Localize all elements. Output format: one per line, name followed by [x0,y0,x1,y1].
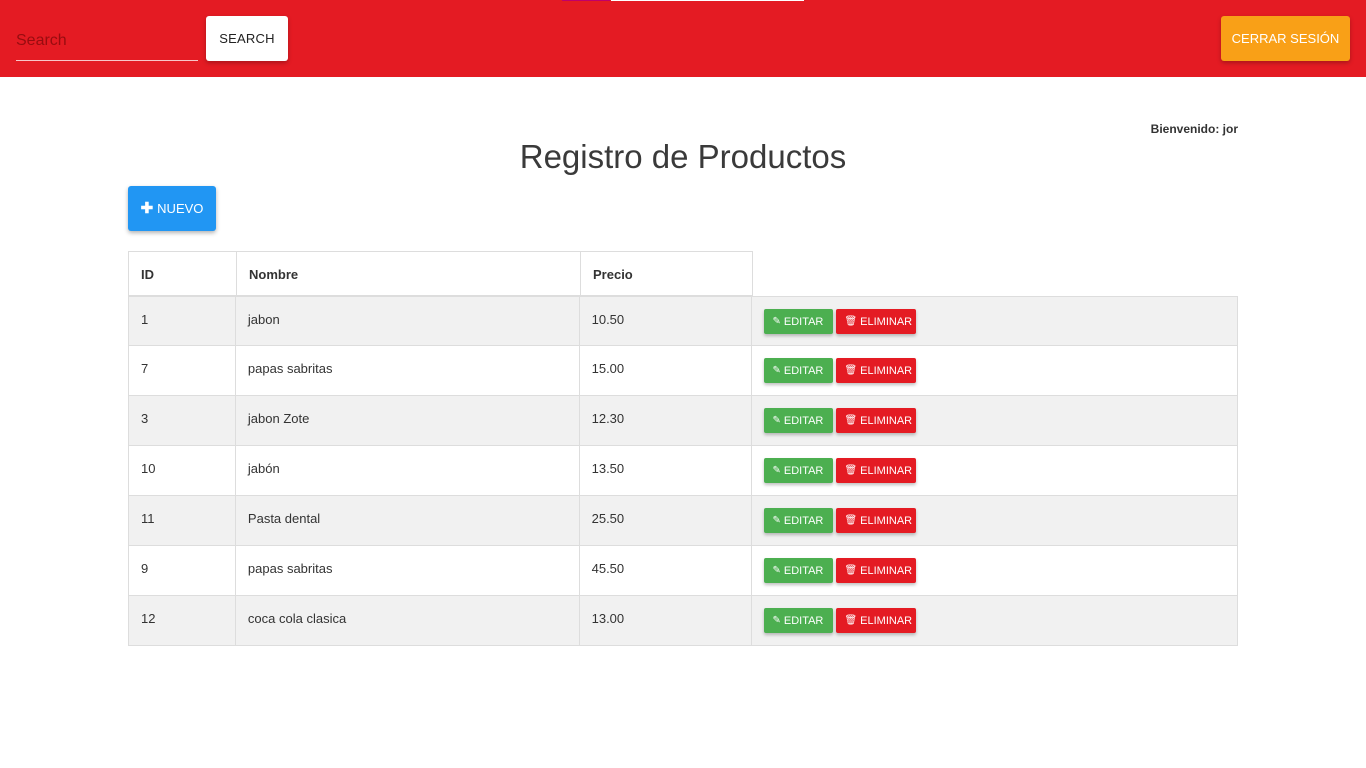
edit-button[interactable]: ✎ EDITAR [764,558,834,583]
delete-label: ELIMINAR [860,315,913,328]
delete-label: ELIMINAR [860,614,913,627]
table-row: 9 papas sabritas 45.50 ✎ EDITAR 🗑 ELIMINAR [128,546,1238,596]
delete-label: ELIMINAR [860,564,913,577]
cell-id: 7 [129,346,236,395]
trash-icon: 🗑 [844,514,858,526]
cell-name: coca cola clasica [236,596,580,645]
trash-icon: 🗑 [844,315,858,327]
cell-name: papas sabritas [236,346,580,395]
edit-label: EDITAR [783,364,824,377]
cell-id: 1 [129,297,236,345]
table-row: 3 jabon Zote 12.30 ✎ EDITAR 🗑 ELIMINAR [128,396,1238,446]
table-row: 10 jabón 13.50 ✎ EDITAR 🗑 ELIMINAR [128,446,1238,496]
table-row: 11 Pasta dental 25.50 ✎ EDITAR 🗑 ELIMINAR [128,496,1238,546]
trash-icon: 🗑 [844,564,858,576]
delete-button[interactable]: 🗑 ELIMINAR [836,608,917,633]
cell-id: 3 [129,396,236,445]
cell-actions: ✎ EDITAR 🗑 ELIMINAR [752,297,1237,345]
cell-id: 10 [129,446,236,495]
trash-icon: 🗑 [844,414,858,426]
cell-actions: ✎ EDITAR 🗑 ELIMINAR [752,496,1237,545]
edit-button[interactable]: ✎ EDITAR [764,458,834,483]
welcome-text: Bienvenido: jor [1150,122,1238,136]
table-row: 7 papas sabritas 15.00 ✎ EDITAR 🗑 ELIMINAR [128,346,1238,396]
delete-button[interactable]: 🗑 ELIMINAR [836,309,917,334]
delete-label: ELIMINAR [860,414,913,427]
new-button-label: NUEVO [157,201,204,216]
cell-price: 15.00 [580,346,753,395]
cell-name: papas sabritas [236,546,580,595]
table-header: ID Nombre Precio [128,251,1238,296]
delete-label: ELIMINAR [860,514,913,527]
column-header-name: Nombre [236,251,580,296]
table-row: 12 coca cola clasica 13.00 ✎ EDITAR 🗑 ELIMINAR [128,596,1238,646]
edit-icon: ✎ [772,315,781,327]
trash-icon: 🗑 [844,364,858,376]
new-product-button[interactable]: ✚ NUEVO [128,186,216,231]
cell-name: jabon Zote [236,396,580,445]
edit-icon: ✎ [772,464,781,476]
logout-button[interactable]: CERRAR SESIÓN [1221,16,1350,61]
edit-label: EDITAR [783,315,824,328]
edit-label: EDITAR [783,564,824,577]
column-header-actions [753,251,1238,296]
cell-actions: ✎ EDITAR 🗑 ELIMINAR [752,346,1237,395]
edit-button[interactable]: ✎ EDITAR [764,358,834,383]
search-button[interactable]: SEARCH [206,16,288,61]
edit-icon: ✎ [772,414,781,426]
edit-button[interactable]: ✎ EDITAR [764,309,834,334]
search-input[interactable] [16,22,198,61]
edit-button[interactable]: ✎ EDITAR [764,608,834,633]
page-title: Registro de Productos [519,138,847,175]
nav-accent-strip-light [611,0,804,1]
products-table: ID Nombre Precio 1 jabon 10.50 ✎ EDITAR 🗑 ELIM… [128,251,1238,646]
edit-label: EDITAR [783,414,824,427]
delete-label: ELIMINAR [860,464,913,477]
column-header-price: Precio [580,251,753,296]
edit-label: EDITAR [783,464,824,477]
cell-actions: ✎ EDITAR 🗑 ELIMINAR [752,446,1237,495]
cell-price: 12.30 [580,396,753,445]
column-header-id: ID [128,251,236,296]
delete-button[interactable]: 🗑 ELIMINAR [836,508,917,533]
plus-icon: ✚ [140,200,154,217]
top-navbar: SEARCH CERRAR SESIÓN [0,0,1366,77]
delete-button[interactable]: 🗑 ELIMINAR [836,358,917,383]
nav-accent-strip [562,0,610,1]
cell-actions: ✎ EDITAR 🗑 ELIMINAR [752,396,1237,445]
cell-price: 45.50 [580,546,753,595]
cell-price: 25.50 [580,496,753,545]
delete-button[interactable]: 🗑 ELIMINAR [836,558,917,583]
cell-actions: ✎ EDITAR 🗑 ELIMINAR [752,546,1237,595]
delete-label: ELIMINAR [860,364,913,377]
edit-label: EDITAR [783,614,824,627]
cell-name: Pasta dental [236,496,580,545]
trash-icon: 🗑 [844,614,858,626]
cell-price: 13.50 [580,446,753,495]
cell-id: 9 [129,546,236,595]
trash-icon: 🗑 [844,464,858,476]
delete-button[interactable]: 🗑 ELIMINAR [836,408,917,433]
edit-icon: ✎ [772,364,781,376]
table-body: 1 jabon 10.50 ✎ EDITAR 🗑 ELIMINAR 7 papas sabrit… [128,296,1238,646]
edit-icon: ✎ [772,614,781,626]
cell-actions: ✎ EDITAR 🗑 ELIMINAR [752,596,1237,645]
cell-name: jabon [236,297,580,345]
cell-id: 11 [129,496,236,545]
cell-name: jabón [236,446,580,495]
delete-button[interactable]: 🗑 ELIMINAR [836,458,917,483]
edit-icon: ✎ [772,564,781,576]
edit-button[interactable]: ✎ EDITAR [764,408,834,433]
cell-price: 13.00 [580,596,753,645]
table-row: 1 jabon 10.50 ✎ EDITAR 🗑 ELIMINAR [128,296,1238,346]
edit-button[interactable]: ✎ EDITAR [764,508,834,533]
edit-icon: ✎ [772,514,781,526]
edit-label: EDITAR [783,514,824,527]
cell-price: 10.50 [580,297,753,345]
cell-id: 12 [129,596,236,645]
